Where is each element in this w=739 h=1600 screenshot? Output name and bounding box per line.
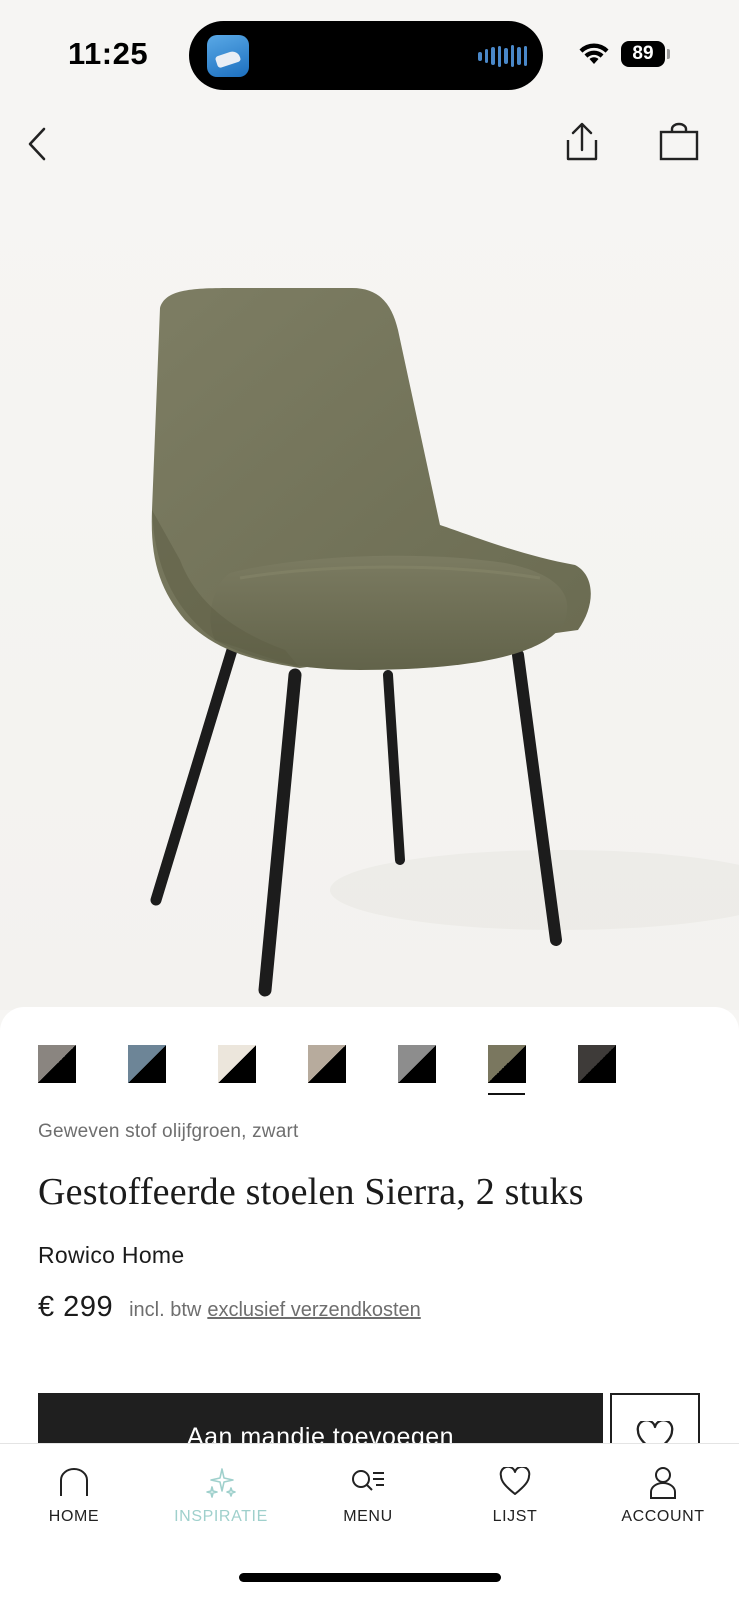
battery-indicator: 89	[621, 41, 670, 67]
color-swatches	[38, 1045, 678, 1095]
tab-inspiratie[interactable]: INSPIRATIE	[161, 1464, 281, 1536]
swatch-cream[interactable]	[218, 1045, 256, 1083]
sparkles-icon	[203, 1464, 239, 1500]
tab-label: MENU	[343, 1508, 393, 1525]
audio-wave-icon	[478, 45, 527, 67]
shopping-bag-icon	[659, 122, 699, 161]
swatch-beige[interactable]	[308, 1045, 346, 1083]
swatch-dark-grey[interactable]	[578, 1045, 616, 1083]
share-button[interactable]	[560, 118, 604, 166]
product-title: Gestoffeerde stoelen Sierra, 2 stuks	[38, 1171, 584, 1213]
chevron-left-icon	[28, 127, 46, 161]
status-bar: 11:25 89	[0, 0, 739, 110]
tab-label: LIJST	[492, 1508, 538, 1525]
user-icon	[645, 1464, 681, 1500]
selected-swatch-indicator	[488, 1093, 525, 1095]
swatch-grey[interactable]	[398, 1045, 436, 1083]
tab-label: ACCOUNT	[621, 1508, 705, 1525]
swatch-blue-grey[interactable]	[128, 1045, 166, 1083]
tab-lijst[interactable]: LIJST	[455, 1464, 575, 1536]
heart-icon	[497, 1464, 533, 1500]
shopping-bag-button[interactable]	[656, 118, 702, 166]
price: € 299	[38, 1291, 114, 1323]
brand-name[interactable]: Rowico Home	[38, 1242, 184, 1269]
home-icon	[56, 1464, 92, 1500]
tax-note: incl. btw	[129, 1299, 202, 1321]
wifi-icon	[579, 43, 609, 64]
tab-home[interactable]: HOME	[14, 1464, 134, 1536]
price-row: € 299 incl. btw exclusief verzendkosten	[38, 1291, 421, 1324]
product-image[interactable]	[0, 180, 739, 1010]
back-button[interactable]	[20, 122, 54, 166]
home-indicator[interactable]	[239, 1573, 501, 1582]
variant-label: Geweven stof olijfgroen, zwart	[38, 1121, 299, 1142]
dynamic-island[interactable]	[189, 21, 543, 90]
swatch-taupe[interactable]	[38, 1045, 76, 1083]
tab-account[interactable]: ACCOUNT	[603, 1464, 723, 1536]
tab-menu[interactable]: MENU	[308, 1464, 428, 1536]
shipping-costs-link[interactable]: exclusief verzendkosten	[207, 1299, 420, 1322]
status-time: 11:25	[68, 36, 149, 71]
app-thumbnail-icon	[207, 35, 249, 77]
search-menu-icon	[350, 1464, 386, 1500]
tab-label: INSPIRATIE	[174, 1508, 268, 1525]
tab-label: HOME	[48, 1508, 100, 1525]
swatch-olive[interactable]	[488, 1045, 526, 1083]
share-icon	[566, 122, 598, 161]
